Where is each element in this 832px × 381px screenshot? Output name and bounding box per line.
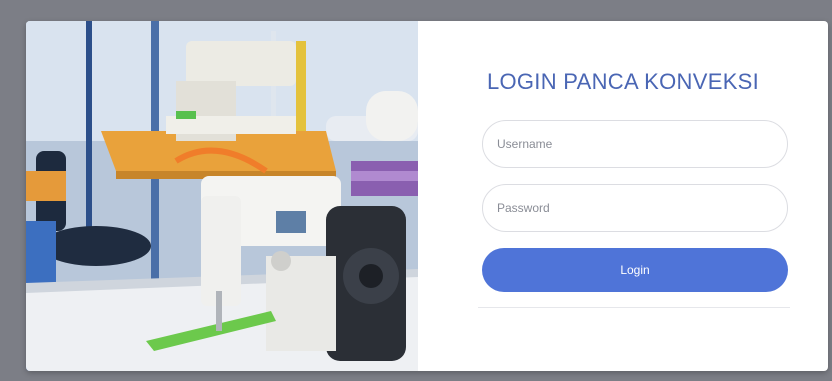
- login-title: LOGIN PANCA KONVEKSI: [486, 69, 760, 94]
- form-divider: [478, 307, 790, 308]
- sewing-workshop-illustration: [26, 21, 418, 371]
- login-button[interactable]: Login: [482, 248, 788, 292]
- username-input[interactable]: [482, 120, 788, 168]
- login-card: LOGIN PANCA KONVEKSI Login: [26, 21, 828, 371]
- login-form: LOGIN PANCA KONVEKSI Login: [418, 21, 828, 371]
- password-input[interactable]: [482, 184, 788, 232]
- sewing-machine-photo: [26, 21, 418, 371]
